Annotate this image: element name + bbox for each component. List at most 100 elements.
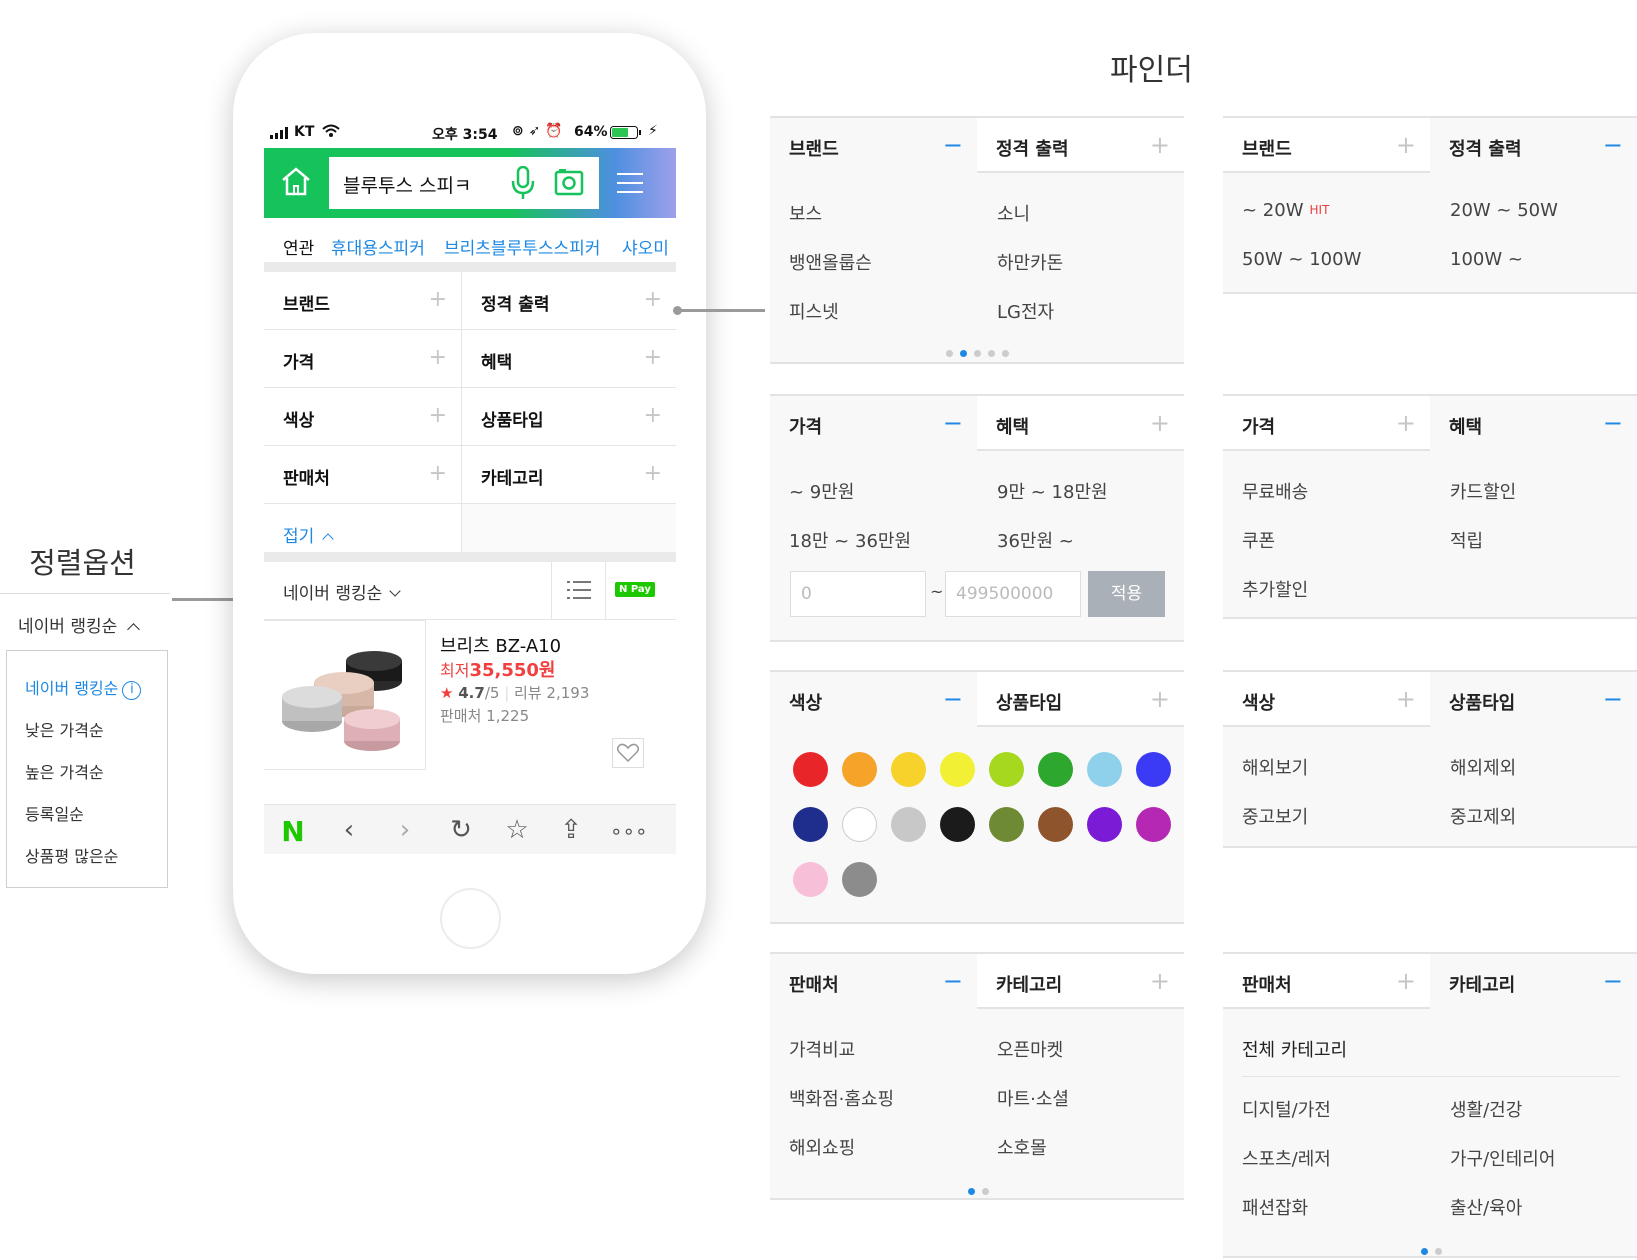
camera-search-icon[interactable] <box>554 168 584 202</box>
color-swatch[interactable] <box>989 807 1024 842</box>
color-swatch[interactable] <box>940 752 975 787</box>
color-swatch[interactable] <box>1038 752 1073 787</box>
tab-benefit[interactable]: 혜택 + <box>977 396 1184 451</box>
sort-option-date[interactable]: 등록일순 <box>25 801 84 825</box>
color-swatch[interactable] <box>842 752 877 787</box>
tab-color[interactable]: 색상 + <box>1223 672 1430 727</box>
color-swatch[interactable] <box>940 807 975 842</box>
output-option[interactable]: 50W ~ 100W <box>1242 249 1361 270</box>
related-keyword[interactable]: 샤오미 <box>622 234 669 259</box>
brand-option[interactable]: 보스 <box>789 200 822 226</box>
color-swatch[interactable] <box>1038 807 1073 842</box>
filter-category[interactable]: 카테고리 + <box>461 446 676 504</box>
list-view-icon[interactable] <box>567 580 591 604</box>
price-option[interactable]: 36만원 ~ <box>997 527 1074 553</box>
seller-option[interactable]: 마트·소셜 <box>997 1085 1069 1111</box>
home-button[interactable] <box>440 888 501 949</box>
apply-button[interactable]: 적용 <box>1088 571 1165 617</box>
menu-icon[interactable] <box>617 172 643 198</box>
filter-brand[interactable]: 브랜드 + <box>264 272 461 330</box>
info-icon[interactable]: i <box>122 681 142 700</box>
category-option[interactable]: 디지털/가전 <box>1242 1096 1331 1122</box>
zzim-heart-icon[interactable] <box>612 738 644 768</box>
type-option[interactable]: 해외보기 <box>1242 754 1308 780</box>
color-swatch[interactable] <box>793 862 828 897</box>
benefit-option[interactable]: 카드할인 <box>1450 478 1516 504</box>
tab-category[interactable]: 카테고리 + <box>977 954 1184 1009</box>
sort-option-reviews[interactable]: 상품평 많은순 <box>25 843 118 867</box>
sort-option-ranking[interactable]: 네이버 랭킹순 i <box>25 675 142 700</box>
product-name[interactable]: 브리츠 BZ-A10 <box>440 632 561 658</box>
filter-color[interactable]: 색상 + <box>264 388 461 446</box>
color-swatch[interactable] <box>842 807 877 842</box>
min-price-input[interactable]: 0 <box>790 571 926 617</box>
related-keyword[interactable]: 휴대용스피커 <box>331 234 425 259</box>
seller-option[interactable]: 오픈마켓 <box>997 1036 1063 1062</box>
sort-option-high-price[interactable]: 높은 가격순 <box>25 759 104 783</box>
output-option[interactable]: 20W ~ 50W <box>1450 200 1558 221</box>
filter-benefit[interactable]: 혜택 + <box>461 330 676 388</box>
forward-icon[interactable]: › <box>390 815 420 845</box>
color-swatch[interactable] <box>1136 752 1171 787</box>
color-swatch[interactable] <box>891 807 926 842</box>
tab-price[interactable]: 가격 + <box>1223 396 1430 451</box>
bookmark-star-icon[interactable]: ☆ <box>502 815 532 845</box>
product-image[interactable] <box>264 620 426 770</box>
seller-option[interactable]: 가격비교 <box>789 1036 855 1062</box>
sort-option-low-price[interactable]: 낮은 가격순 <box>25 717 104 741</box>
benefit-option[interactable]: 쿠폰 <box>1242 527 1275 553</box>
filter-type[interactable]: 상품타입 + <box>461 388 676 446</box>
brand-option[interactable]: 소니 <box>997 200 1030 226</box>
tab-output[interactable]: 정격 출력 + <box>977 118 1184 173</box>
price-option[interactable]: 9만 ~ 18만원 <box>997 478 1108 504</box>
color-swatch[interactable] <box>842 862 877 897</box>
benefit-option[interactable]: 추가할인 <box>1242 576 1308 602</box>
color-swatch[interactable] <box>1087 752 1122 787</box>
seller-option[interactable]: 백화점·홈쇼핑 <box>789 1085 894 1111</box>
output-option[interactable]: ~ 20W HIT <box>1242 200 1329 221</box>
type-option[interactable]: 중고보기 <box>1242 803 1308 829</box>
color-swatch[interactable] <box>989 752 1024 787</box>
tab-type[interactable]: 상품타입 − <box>1430 672 1637 727</box>
share-icon[interactable]: ⇪ <box>556 815 586 845</box>
benefit-option[interactable]: 적립 <box>1450 527 1483 553</box>
category-option[interactable]: 생활/건강 <box>1450 1096 1522 1122</box>
brand-option[interactable]: 하만카돈 <box>997 249 1063 275</box>
category-option[interactable]: 가구/인테리어 <box>1450 1145 1555 1171</box>
category-option[interactable]: 스포츠/레저 <box>1242 1145 1331 1171</box>
brand-option[interactable]: LG전자 <box>997 298 1054 324</box>
category-option[interactable]: 출산/육아 <box>1450 1194 1522 1220</box>
related-keyword[interactable]: 브리츠블루투스스피커 <box>444 234 600 259</box>
color-swatch[interactable] <box>793 807 828 842</box>
refresh-icon[interactable]: ↻ <box>446 815 476 845</box>
more-icon[interactable]: ∘∘∘ <box>610 819 648 843</box>
seller-option[interactable]: 해외쇼핑 <box>789 1134 855 1160</box>
naver-n-icon[interactable]: N <box>278 815 308 848</box>
filter-price[interactable]: 가격 + <box>264 330 461 388</box>
benefit-option[interactable]: 무료배송 <box>1242 478 1308 504</box>
output-option[interactable]: 100W ~ <box>1450 249 1523 270</box>
tab-seller[interactable]: 판매처 − <box>770 954 977 1009</box>
type-option[interactable]: 중고제외 <box>1450 803 1516 829</box>
color-swatch[interactable] <box>1087 807 1122 842</box>
product-card[interactable]: 브리츠 BZ-A10 최저35,550원 ★ 4.7/5 | 리뷰 2,193 … <box>264 620 676 780</box>
npay-badge[interactable]: N Pay <box>615 582 655 597</box>
tab-brand[interactable]: 브랜드 − <box>770 118 977 173</box>
filter-seller[interactable]: 판매처 + <box>264 446 461 504</box>
price-option[interactable]: ~ 9만원 <box>789 478 854 504</box>
price-option[interactable]: 18만 ~ 36만원 <box>789 527 911 553</box>
tab-price[interactable]: 가격 − <box>770 396 977 451</box>
brand-option[interactable]: 피스넷 <box>789 298 839 324</box>
seller-option[interactable]: 소호몰 <box>997 1134 1047 1160</box>
category-option[interactable]: 패션잡화 <box>1242 1194 1308 1220</box>
color-swatch[interactable] <box>793 752 828 787</box>
back-icon[interactable]: ‹ <box>334 815 364 845</box>
color-swatch[interactable] <box>891 752 926 787</box>
sort-button[interactable]: 네이버 랭킹순 <box>283 579 401 604</box>
sort-select[interactable]: 네이버 랭킹순 <box>0 593 170 649</box>
mic-icon[interactable] <box>510 165 536 204</box>
tab-category[interactable]: 카테고리 − <box>1430 954 1637 1009</box>
tab-seller[interactable]: 판매처 + <box>1223 954 1430 1009</box>
color-swatch[interactable] <box>1136 807 1171 842</box>
tab-brand[interactable]: 브랜드 + <box>1223 118 1430 173</box>
